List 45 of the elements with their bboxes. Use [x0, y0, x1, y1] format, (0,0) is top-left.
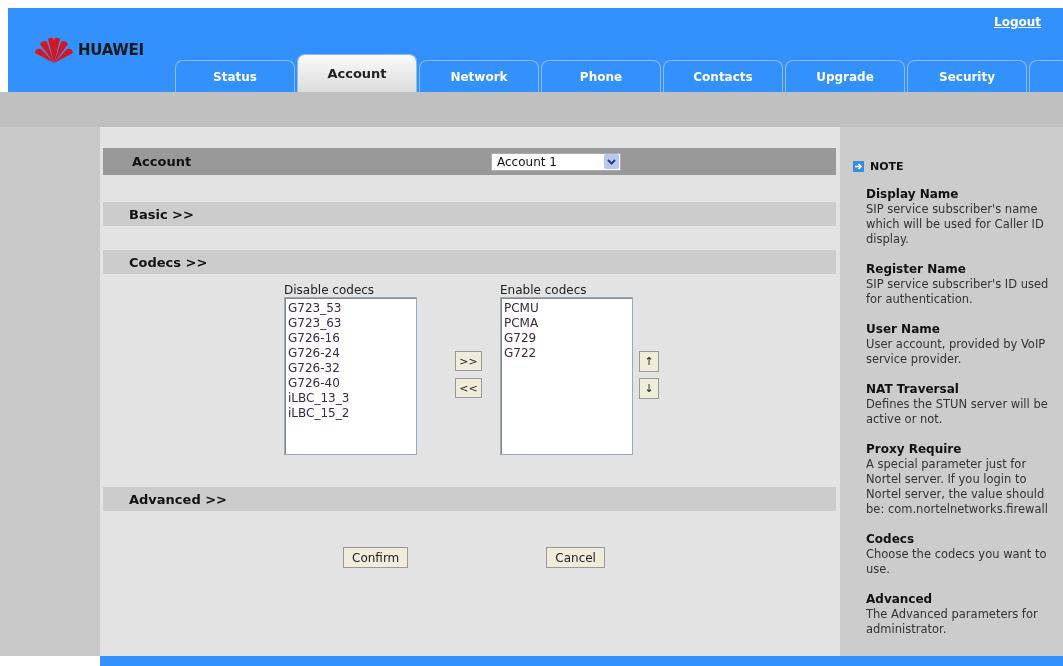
- note-text: A special parameter just for Nortel server. If you login to Nortel server, the value should be: com.nortelnetworks.firewall: [866, 457, 1049, 517]
- codec-option[interactable]: G723_63: [288, 316, 413, 331]
- note-term: Advanced: [866, 592, 934, 607]
- form-button[interactable]: Confirm: [343, 547, 409, 568]
- list-label: Enable codecs: [500, 283, 588, 297]
- codec-option[interactable]: PCMU: [504, 301, 629, 316]
- section-header[interactable]: Basic >>: [103, 202, 836, 226]
- note-text: SIP service subscriber's ID used for authentication.: [866, 277, 1050, 307]
- section-header[interactable]: Advanced >>: [103, 487, 836, 511]
- brand-name: HUAWEI: [78, 41, 144, 59]
- note-text: Choose the codecs you want to use.: [866, 547, 1048, 577]
- arrow-icon: [853, 161, 864, 172]
- note-term: NAT Traversal: [866, 382, 960, 397]
- enabled-codec-list[interactable]: PCMU PCMA G729 G722: [500, 297, 633, 455]
- note-title: NOTE: [870, 160, 904, 173]
- codec-option[interactable]: G726-24: [288, 346, 413, 361]
- codec-option[interactable]: G722: [504, 346, 629, 361]
- codec-option[interactable]: PCMA: [504, 316, 629, 331]
- remove-button[interactable]: <<: [455, 378, 482, 398]
- move-down-button[interactable]: ↓: [639, 378, 659, 399]
- codec-option[interactable]: G723_53: [288, 301, 413, 316]
- note-text: The Advanced parameters for administrator.: [866, 607, 1039, 637]
- note-text: User account, provided by VoIP service provider.: [866, 337, 1047, 367]
- note-term: Display Name: [866, 187, 960, 202]
- codec-option[interactable]: G726-32: [288, 361, 413, 376]
- note-term: Codecs: [866, 532, 916, 547]
- nav-tab[interactable]: Account: [297, 54, 417, 92]
- codec-option[interactable]: iLBC_13_3: [288, 391, 413, 406]
- note-term: User Name: [866, 322, 941, 337]
- section-header[interactable]: Codecs >>: [103, 250, 836, 274]
- petal-logo-icon: [34, 36, 74, 64]
- note-term: Proxy Require: [866, 442, 963, 457]
- list-label: Disable codecs: [284, 283, 376, 297]
- account-label: Account: [132, 154, 193, 169]
- move-up-button[interactable]: ↑: [639, 351, 659, 372]
- codec-option[interactable]: G726-40: [288, 376, 413, 391]
- note-term: Register Name: [866, 262, 967, 277]
- form-button[interactable]: Cancel: [546, 547, 605, 568]
- note-text: SIP service subscriber's name which will be used for Caller ID display.: [866, 202, 1045, 247]
- codec-option[interactable]: G726-16: [288, 331, 413, 346]
- note-text: Defines the STUN server will be active or not.: [866, 397, 1049, 427]
- codec-option[interactable]: G729: [504, 331, 629, 346]
- account-select[interactable]: Account 1: [491, 152, 621, 171]
- codec-option[interactable]: iLBC_15_2: [288, 406, 413, 421]
- add-button[interactable]: >>: [455, 351, 482, 371]
